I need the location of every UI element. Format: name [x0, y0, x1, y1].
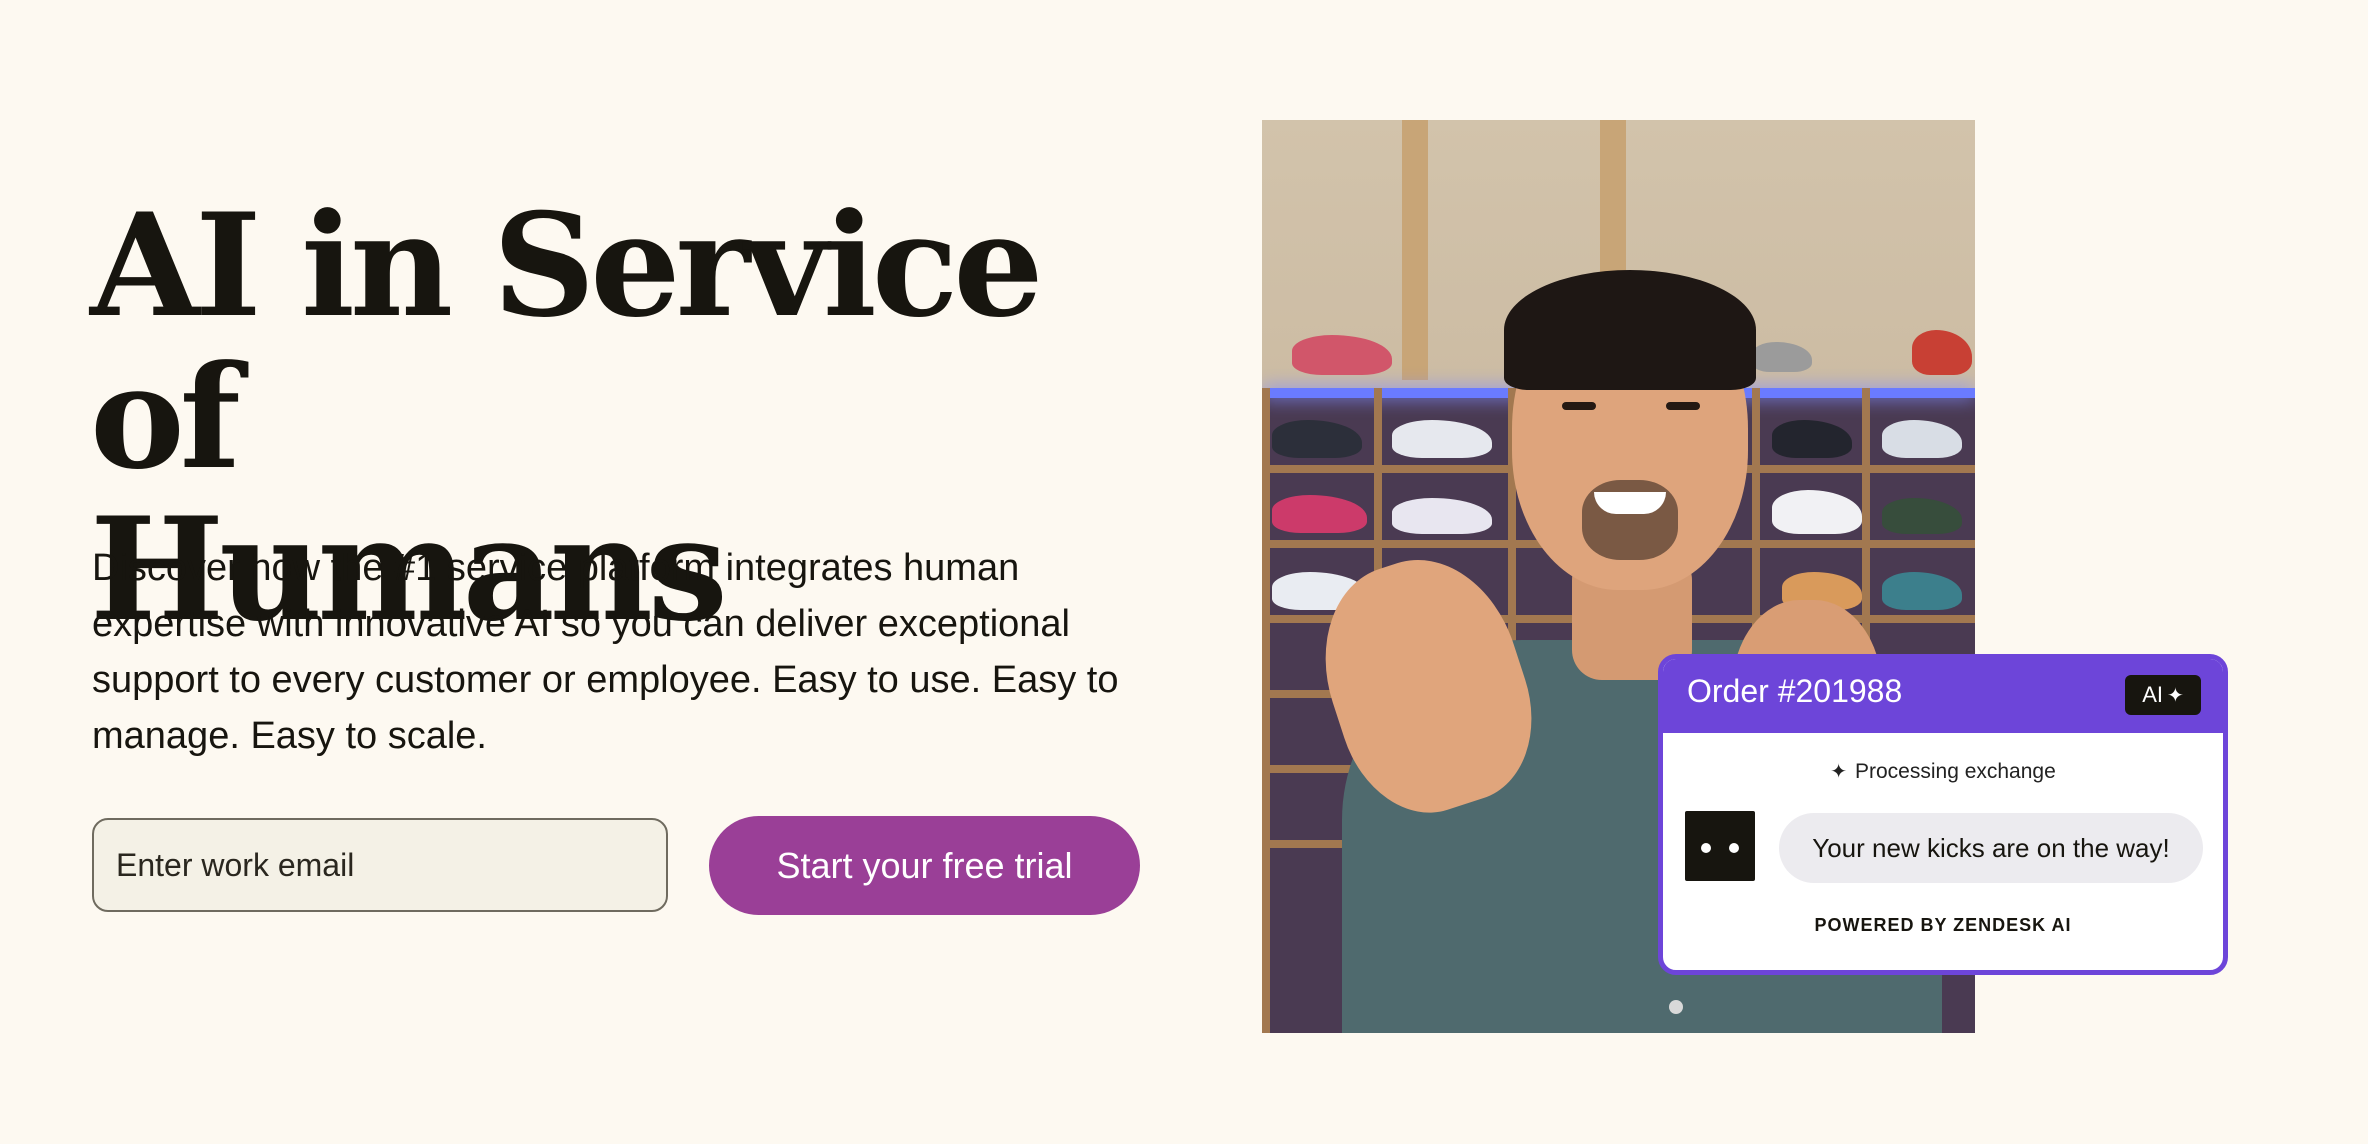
order-title: Order #201988 — [1687, 673, 1903, 709]
chat-message-bubble: Your new kicks are on the way! — [1779, 813, 2203, 883]
ai-badge: AI ✦ — [2125, 675, 2201, 715]
processing-status-text: Processing exchange — [1854, 760, 2056, 783]
bot-avatar-icon — [1685, 811, 1755, 881]
sparkle-icon: ✦ — [2167, 685, 2184, 707]
order-card-header: Order #201988 AI ✦ — [1663, 659, 2223, 733]
hero-title-line-1: AI in Service of — [90, 183, 1044, 501]
work-email-input[interactable] — [92, 818, 668, 912]
start-free-trial-button[interactable]: Start your free trial — [709, 816, 1140, 915]
hero-description: Discover how the #1 service platform int… — [92, 547, 1119, 757]
processing-status: ✦ Processing exchange — [1663, 759, 2223, 784]
sparkle-icon: ✦ — [1830, 761, 1847, 783]
powered-by-label: POWERED BY ZENDESK AI — [1814, 915, 2072, 935]
order-card: Order #201988 AI ✦ ✦ Processing exchange Y… — [1658, 654, 2228, 975]
ai-badge-label: AI — [2142, 682, 2164, 707]
